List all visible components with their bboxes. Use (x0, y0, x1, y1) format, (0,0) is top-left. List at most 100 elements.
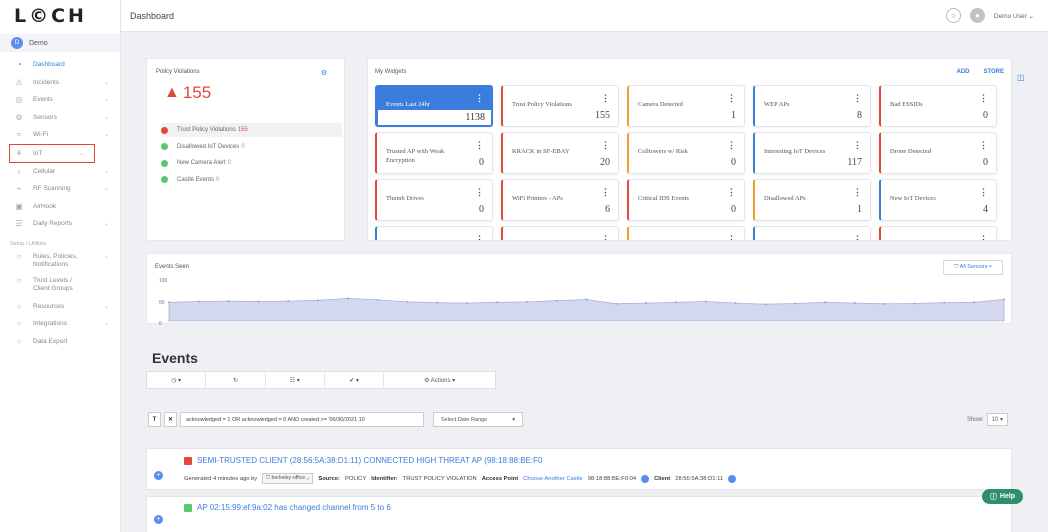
setup-item-trust-levels-client-groups[interactable]: ○ Trust Levels / Client Groups (0, 274, 120, 298)
kebab-menu-icon[interactable]: ⋮ (601, 93, 610, 104)
kebab-menu-icon[interactable]: ⋮ (853, 140, 862, 151)
sidebar-item-cellular[interactable]: ♁ Cellular ⌄ (0, 163, 120, 181)
kebab-menu-icon[interactable]: ⋮ (475, 187, 484, 198)
event-title[interactable]: SEMI-TRUSTED CLIENT (28:56:5A:38:D1:11) … (184, 456, 542, 465)
widget-value: 0 (479, 204, 484, 215)
my-widgets-card: My Widgets ADD STORE Events Last 24hr ⋮ 11… (367, 58, 1012, 241)
sidebar-item-dashboard[interactable]: ◔ Dashboard (0, 56, 120, 74)
kebab-menu-icon[interactable]: ⋮ (475, 234, 484, 240)
kebab-menu-icon[interactable]: ⋮ (979, 93, 988, 104)
page-size-select[interactable]: 10 ▾ (986, 413, 1008, 426)
event-title[interactable]: AP 02:15:99:ef:9a:02 has changed channel… (184, 503, 391, 512)
sidebar-item-iot[interactable]: ⚘ IoT ⌄ (9, 143, 95, 163)
widget-tile[interactable]: Trust Policy Violations ⋮ 155 (501, 85, 619, 127)
kebab-menu-icon[interactable]: ⋮ (853, 187, 862, 198)
toolbar-button[interactable]: ☷ ▾ (266, 372, 325, 388)
sidebar-item-rf-scanning[interactable]: ⌁ RF Scanning ⌄ (0, 180, 120, 198)
widget-value: 0 (479, 157, 484, 168)
widget-tile[interactable]: ⋮ (753, 226, 871, 240)
kebab-menu-icon[interactable]: ⋮ (475, 140, 484, 151)
widget-tile[interactable]: Events Last 24hr ⋮ 1138 (375, 85, 493, 127)
help-button[interactable]: ⓘ Help (982, 489, 1023, 504)
widget-tile[interactable]: KRACK in SF-EBAY ⋮ 20 (501, 132, 619, 174)
user-menu[interactable]: Demo User ⌄ (994, 12, 1034, 20)
sidebar-item-wi-fi[interactable]: ≈ Wi-Fi ⌄ (0, 126, 120, 144)
kebab-menu-icon[interactable]: ⋮ (601, 187, 610, 198)
sidebar-item-incidents[interactable]: ⚠ Incidents ⌄ (0, 74, 120, 92)
toolbar-button[interactable]: ⚙ Actions ▾ (384, 372, 495, 388)
event-title-text: AP 02:15:99:ef:9a:02 has changed channel… (197, 503, 391, 512)
sensor-tag[interactable]: ⛉ berkeley-office ⌄ (262, 473, 314, 484)
sidebar-item-sensors[interactable]: ⚙ Sensors ⌄ (0, 109, 120, 127)
widget-tile[interactable]: ⋮ (375, 226, 493, 240)
panel-toggle-icon[interactable]: ◫ (1017, 73, 1025, 82)
filter-query-input[interactable]: acknowledged = 1 OR acknowledged = 0 AND… (180, 412, 424, 427)
expand-icon[interactable]: + (154, 515, 163, 524)
policy-row[interactable]: Castle Events 0 (161, 173, 342, 187)
sidebar: L©CH D Demo ◔ Dashboard ⚠ Incidents ⌄ ◎ Events… (0, 0, 121, 532)
toolbar-button[interactable]: ◷ ▾ (147, 372, 207, 388)
lightbulb-icon[interactable]: ○ (945, 8, 961, 23)
kebab-menu-icon[interactable]: ⋮ (979, 234, 988, 240)
add-widget-button[interactable]: ADD (956, 69, 969, 75)
kebab-menu-icon[interactable]: ⋮ (727, 187, 736, 198)
kebab-menu-icon[interactable]: ⋮ (601, 234, 610, 240)
widget-tile[interactable]: ⋮ (627, 226, 745, 240)
sidebar-item-daily-reports[interactable]: ☰ Daily Reports ⌄ (0, 215, 120, 233)
org-switcher[interactable]: D Demo (0, 34, 120, 52)
kebab-menu-icon[interactable]: ⋮ (727, 234, 736, 240)
widget-tile[interactable]: ⋮ (501, 226, 619, 240)
sidebar-item-airhook[interactable]: ▣ AirHook (0, 198, 120, 216)
kebab-menu-icon[interactable]: ⋮ (979, 187, 988, 198)
clear-filter-icon[interactable]: ✕ (164, 412, 177, 427)
widget-tile[interactable]: ⋮ (879, 226, 997, 240)
kebab-menu-icon[interactable]: ⋮ (601, 140, 610, 151)
date-range-select[interactable]: Select Date Range ▾ (433, 412, 523, 427)
policy-row-label: Castle Events (177, 176, 215, 183)
widget-name: Disallowed APs (764, 195, 806, 202)
widget-tile[interactable]: Drone Detected ⋮ 0 (879, 132, 997, 174)
widget-tile[interactable]: Bad ESSIDs ⋮ 0 (879, 85, 997, 127)
widget-tile[interactable]: Camera Detected ⋮ 1 (627, 85, 745, 127)
setup-item-rules-policies-notifications[interactable]: ○ Rules, Policies, Notifications ⌄ (0, 250, 120, 274)
widget-tile[interactable]: Interesting IoT Devices ⋮ 117 (753, 132, 871, 174)
setup-item-label: Resources (33, 302, 65, 310)
widget-tile[interactable]: Disallowed APs ⋮ 1 (753, 179, 871, 221)
setup-item-integrations[interactable]: ○ Integrations ⌄ (0, 315, 120, 333)
widget-tile[interactable]: WEP APs ⋮ 8 (753, 85, 871, 127)
widget-tile[interactable]: WiFi Printers - APs ⋮ 6 (501, 179, 619, 221)
info-icon[interactable] (641, 474, 650, 483)
toolbar-button[interactable]: ↻ (206, 372, 266, 388)
kebab-menu-icon[interactable]: ⋮ (853, 93, 862, 104)
expand-icon[interactable]: + (154, 471, 163, 480)
kebab-menu-icon[interactable]: ⋮ (727, 93, 736, 104)
widget-tile[interactable]: Celltowers w/ Risk ⋮ 0 (627, 132, 745, 174)
widget-tile[interactable]: Thumb Drives ⋮ 0 (375, 179, 493, 221)
kebab-menu-icon[interactable]: ⋮ (853, 234, 862, 240)
user-avatar[interactable]: ● (969, 8, 985, 23)
kebab-menu-icon[interactable]: ⋮ (979, 140, 988, 151)
widget-store-button[interactable]: STORE (983, 69, 1004, 75)
setup-item-data-export[interactable]: ○ Data Export (0, 333, 120, 351)
widget-value: 1 (857, 204, 862, 215)
policy-row[interactable]: New Camera Alert 0 (161, 156, 342, 170)
widget-tile[interactable]: New IoT Devices ⋮ 4 (879, 179, 997, 221)
kebab-menu-icon[interactable]: ⋮ (727, 140, 736, 151)
toolbar-button[interactable]: ✔ ▾ (325, 372, 385, 388)
policy-row[interactable]: Disallowed IoT Devices 0 (161, 140, 342, 154)
kebab-menu-icon[interactable]: ⋮ (475, 93, 484, 104)
event-row[interactable]: + AP 02:15:99:ef:9a:02 has changed chann… (146, 496, 1012, 532)
widget-name: Thumb Drives (386, 195, 424, 202)
setup-item-resources[interactable]: ○ Resources ⌄ (0, 298, 120, 316)
widget-tile[interactable]: Trusted AP with Weak Encryption ⋮ 0 (375, 132, 493, 174)
gear-icon[interactable]: ⚙ (321, 69, 327, 77)
help-icon: ⓘ (989, 493, 997, 501)
widget-value: 117 (847, 157, 862, 168)
widget-tile[interactable]: Critical IDS Events ⋮ 0 (627, 179, 745, 221)
policy-row[interactable]: Trust Policy Violations 155 (161, 123, 342, 137)
filter-icon[interactable]: T (148, 412, 161, 427)
event-row[interactable]: + SEMI-TRUSTED CLIENT (28:56:5A:38:D1:11… (146, 448, 1012, 490)
choose-castle-link[interactable]: Choose Another Castle (523, 476, 583, 482)
sidebar-item-events[interactable]: ◎ Events ⌄ (0, 91, 120, 109)
info-icon[interactable] (728, 474, 737, 483)
